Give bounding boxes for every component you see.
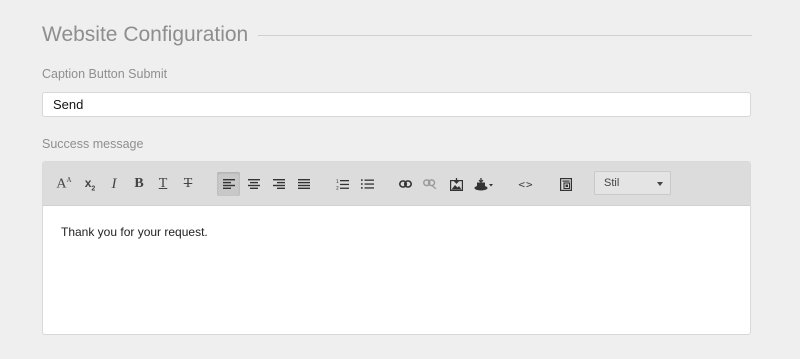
insert-media-dropdown[interactable] bbox=[471, 172, 497, 196]
bold-button[interactable]: B bbox=[130, 172, 148, 196]
caption-input[interactable] bbox=[42, 92, 751, 117]
justify-button[interactable] bbox=[294, 172, 314, 196]
style-select[interactable]: Stil bbox=[594, 171, 671, 195]
success-message-label: Success message bbox=[42, 137, 144, 151]
editor-toolbar: AA x2 I B T T 1 2 <> Stil bbox=[43, 162, 750, 206]
underline-button[interactable]: T bbox=[154, 172, 172, 196]
font-size-icon: AA bbox=[56, 176, 71, 193]
caption-field-label: Caption Button Submit bbox=[42, 67, 168, 81]
ordered-list-icon: 1 2 bbox=[336, 179, 349, 190]
align-left-icon bbox=[222, 179, 235, 189]
bold-icon: B bbox=[134, 176, 144, 191]
editor-content[interactable]: Thank you for your request. bbox=[61, 225, 208, 239]
strikethrough-icon: T bbox=[183, 176, 193, 191]
align-left-button[interactable] bbox=[217, 172, 240, 196]
insert-link-button[interactable] bbox=[395, 172, 415, 196]
italic-button[interactable]: I bbox=[105, 172, 123, 196]
insert-image-button[interactable] bbox=[446, 172, 466, 196]
align-right-icon bbox=[273, 179, 285, 189]
remove-link-button[interactable] bbox=[420, 172, 440, 196]
align-justify-icon bbox=[298, 179, 310, 189]
link-icon bbox=[398, 180, 412, 188]
unlink-icon bbox=[423, 179, 437, 189]
svg-text:2: 2 bbox=[336, 185, 339, 190]
chevron-down-icon bbox=[657, 182, 663, 186]
subscript-glyph-small: 2 bbox=[91, 185, 96, 193]
svg-text:1: 1 bbox=[336, 179, 339, 185]
align-right-button[interactable] bbox=[269, 172, 289, 196]
style-select-value: Stil bbox=[604, 177, 620, 189]
subscript-button[interactable]: x2 bbox=[81, 172, 99, 196]
unordered-list-button[interactable] bbox=[357, 172, 377, 196]
font-size-button[interactable]: AA bbox=[55, 172, 73, 196]
font-size-glyph-small: A bbox=[66, 175, 72, 184]
align-center-icon bbox=[248, 179, 260, 189]
subscript-icon: x2 bbox=[85, 176, 96, 192]
align-center-button[interactable] bbox=[244, 172, 264, 196]
unordered-list-icon bbox=[360, 179, 374, 189]
italic-icon: I bbox=[111, 175, 117, 192]
code-icon: <> bbox=[518, 177, 534, 191]
image-icon bbox=[449, 177, 463, 191]
strikethrough-button[interactable]: T bbox=[179, 172, 197, 196]
media-icon bbox=[474, 177, 493, 190]
rich-text-editor: AA x2 I B T T 1 2 <> Stil Thank you for … bbox=[42, 161, 751, 335]
template-icon bbox=[560, 177, 572, 191]
section-divider bbox=[258, 35, 752, 36]
ordered-list-button[interactable]: 1 2 bbox=[332, 172, 352, 196]
section-header: Website Configuration bbox=[42, 22, 752, 48]
underline-icon: T bbox=[158, 176, 168, 191]
font-size-glyph: A bbox=[56, 176, 67, 192]
template-button[interactable] bbox=[556, 172, 576, 196]
section-title: Website Configuration bbox=[42, 23, 249, 46]
code-view-button[interactable]: <> bbox=[514, 172, 538, 196]
